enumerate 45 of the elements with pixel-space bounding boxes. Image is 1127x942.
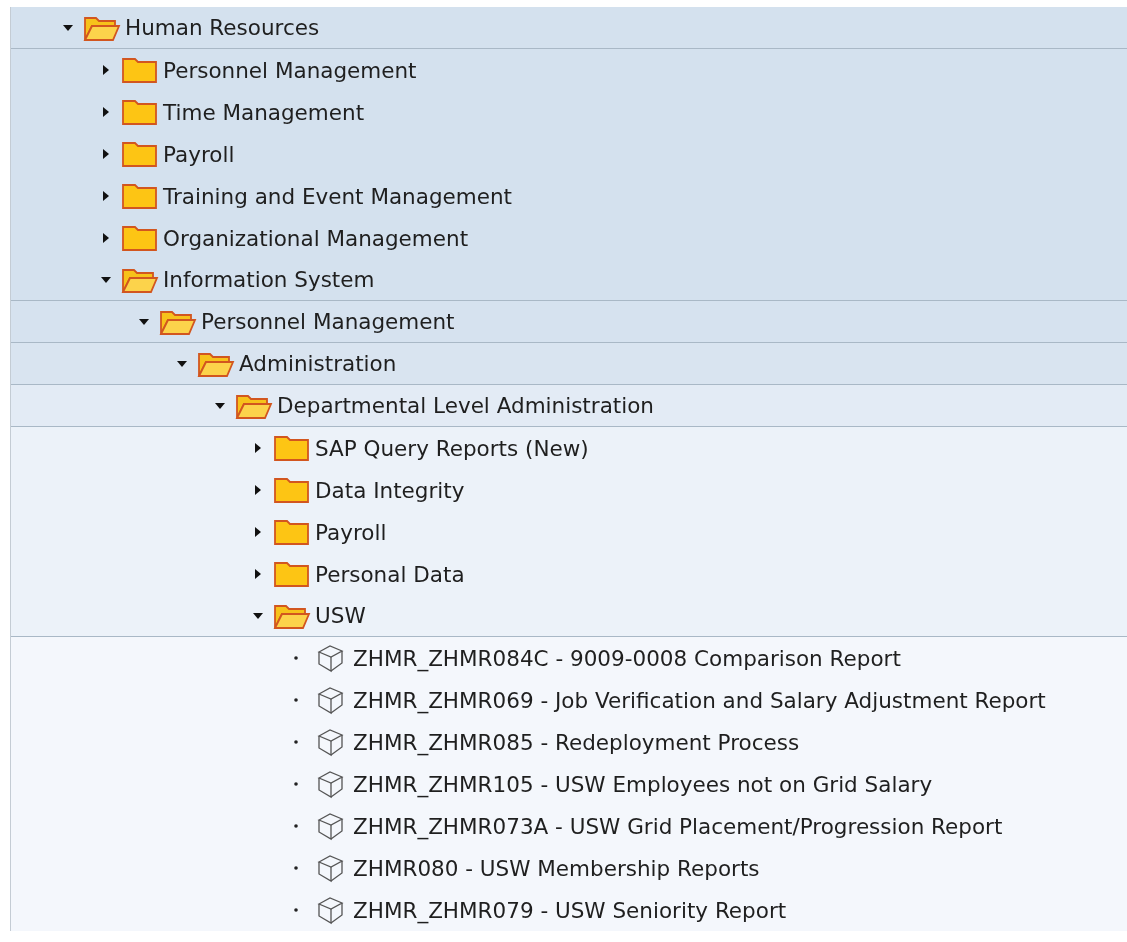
bullet-icon [291, 737, 301, 747]
folder-icon [121, 223, 159, 253]
bullet-icon [291, 695, 301, 705]
tree-node-label[interactable]: Personnel Management [201, 309, 455, 334]
expand-arrow-icon[interactable] [101, 149, 111, 159]
expand-arrow-icon[interactable] [101, 65, 111, 75]
tree-node-label[interactable]: Organizational Management [163, 225, 469, 251]
expand-arrow-icon[interactable] [253, 443, 263, 453]
bullet-icon [291, 905, 301, 915]
bullet-icon [291, 863, 301, 873]
folder-icon [121, 181, 159, 211]
collapse-arrow-icon[interactable] [215, 400, 225, 411]
expand-arrow-icon[interactable] [101, 107, 111, 117]
tree-node-label[interactable]: Personal Data [315, 561, 465, 587]
folder-icon [273, 517, 311, 547]
bullet-icon [291, 653, 301, 663]
tree-node-label[interactable]: Time Management [163, 99, 365, 125]
tree-node-label[interactable]: SAP Query Reports (New) [315, 435, 589, 461]
tree-node-label[interactable]: Personnel Management [163, 57, 417, 83]
collapse-arrow-icon[interactable] [253, 610, 263, 621]
folder-icon [121, 97, 159, 127]
bullet-icon [291, 821, 301, 831]
bullet-icon [291, 779, 301, 789]
collapse-arrow-icon[interactable] [139, 316, 149, 327]
tree-node-label[interactable]: Human Resources [125, 15, 320, 40]
tree-node-label[interactable]: Information System [163, 267, 375, 292]
expand-arrow-icon[interactable] [101, 191, 111, 201]
tree-node-label[interactable]: Data Integrity [315, 477, 465, 503]
folder-icon [273, 559, 311, 589]
tree-node-label[interactable]: USW [315, 603, 366, 628]
tree-node-label[interactable]: Payroll [315, 519, 387, 545]
collapse-arrow-icon[interactable] [177, 358, 187, 369]
tree-node-label[interactable]: Payroll [163, 141, 235, 167]
collapse-arrow-icon[interactable] [63, 22, 73, 33]
expand-arrow-icon[interactable] [253, 527, 263, 537]
folder-icon [273, 433, 311, 463]
tree-node-label[interactable]: Administration [239, 351, 397, 376]
tree-node-label[interactable]: Training and Event Management [163, 183, 512, 209]
expand-arrow-icon[interactable] [101, 233, 111, 243]
expand-arrow-icon[interactable] [253, 569, 263, 579]
folder-icon [121, 55, 159, 85]
folder-icon [273, 475, 311, 505]
collapse-arrow-icon[interactable] [101, 274, 111, 285]
expand-arrow-icon[interactable] [253, 485, 263, 495]
folder-icon [121, 139, 159, 169]
